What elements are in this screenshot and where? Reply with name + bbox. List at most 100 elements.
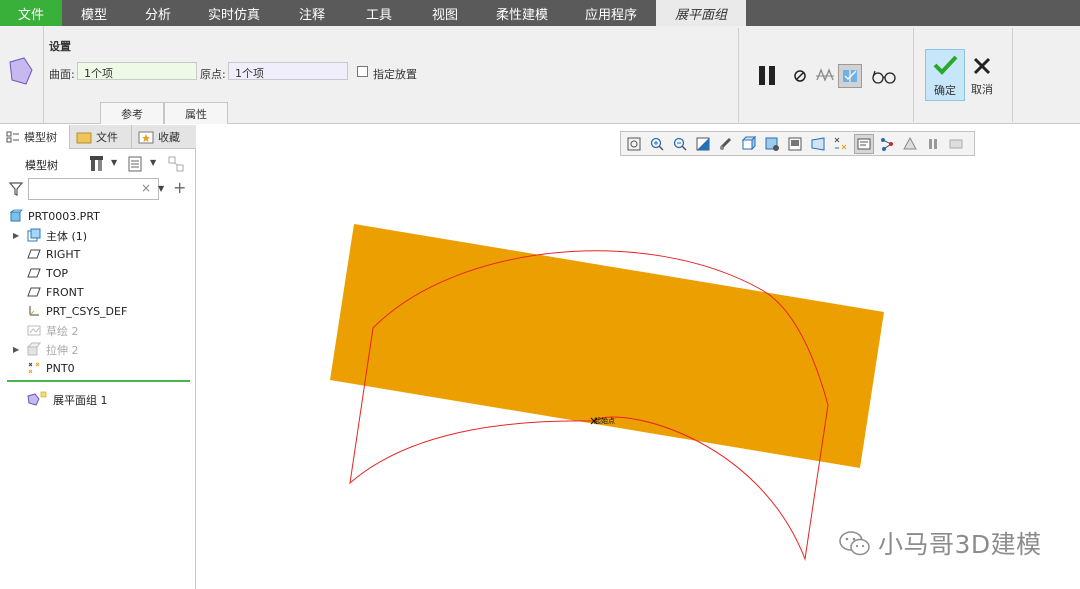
tab-files-label: 文件 bbox=[96, 131, 118, 144]
tools-dropdown-icon[interactable]: ▼ bbox=[111, 158, 117, 167]
ribbon-subtabs: 参考 属性 bbox=[100, 102, 228, 124]
add-filter-icon[interactable]: + bbox=[173, 178, 186, 197]
spin-center-button[interactable] bbox=[716, 134, 736, 154]
feature-preview-button[interactable] bbox=[870, 64, 898, 88]
view-manager-button[interactable] bbox=[785, 134, 805, 154]
cancel-button[interactable]: 取消 bbox=[966, 49, 998, 101]
settings-dropdown-icon[interactable]: ▼ bbox=[150, 158, 156, 167]
tree-item[interactable]: ▶ 拉伸 2 bbox=[0, 340, 196, 359]
tree-item[interactable]: PNT0 bbox=[0, 359, 196, 378]
flatten-quilt-icon bbox=[9, 57, 33, 85]
separate-preview-icon bbox=[816, 68, 834, 82]
tree-item[interactable]: FRONT bbox=[0, 283, 196, 302]
menu-model[interactable]: 模型 bbox=[62, 0, 126, 26]
filter-row: × ▼ + bbox=[6, 178, 192, 200]
tree-item-label: 主体 (1) bbox=[46, 229, 88, 243]
appearance-button[interactable] bbox=[900, 134, 920, 154]
settings-list-icon[interactable] bbox=[126, 155, 146, 173]
pause-icon bbox=[759, 66, 775, 85]
insert-indicator[interactable] bbox=[7, 380, 190, 382]
no-preview-button[interactable] bbox=[788, 64, 812, 88]
tree-item-label: PNT0 bbox=[46, 362, 75, 375]
verify-preview-icon bbox=[843, 70, 857, 82]
datum-plane-icon bbox=[27, 268, 41, 278]
ok-button[interactable]: 确定 bbox=[925, 49, 965, 101]
left-panel: 模型树 文件 收藏 模型树 ▼ ▼ × ▼ + PRT0003.PRT ▶ 主体… bbox=[0, 125, 196, 589]
expand-icon[interactable]: ▶ bbox=[13, 231, 19, 240]
datum-plane-icon bbox=[27, 287, 41, 297]
placement-checkbox-label: 指定放置 bbox=[373, 68, 417, 81]
surface-label: 曲面: bbox=[49, 68, 75, 81]
surface-collector[interactable]: 1个项 bbox=[77, 62, 197, 80]
tree-item[interactable]: RIGHT bbox=[0, 245, 196, 264]
placement-checkbox[interactable] bbox=[357, 66, 368, 77]
zoom-out-button[interactable] bbox=[670, 134, 690, 154]
tree-item[interactable]: 草绘 2 bbox=[0, 321, 196, 340]
origin-collector[interactable]: 1个项 bbox=[228, 62, 348, 80]
tree-root[interactable]: PRT0003.PRT bbox=[0, 207, 196, 226]
flattened-surface[interactable] bbox=[330, 224, 884, 468]
perspective-icon bbox=[811, 136, 825, 151]
repaint-button[interactable] bbox=[693, 134, 713, 154]
tree-search-input[interactable] bbox=[28, 178, 159, 200]
menu-annotate[interactable]: 注释 bbox=[278, 0, 346, 26]
origin-label: 原点: bbox=[200, 68, 226, 81]
menu-view[interactable]: 视图 bbox=[412, 0, 478, 26]
expand-icon[interactable]: ▶ bbox=[13, 345, 19, 354]
view-manager-icon bbox=[788, 137, 802, 150]
model-viewport[interactable]: 起始点 bbox=[197, 125, 1080, 589]
perspective-button[interactable] bbox=[808, 134, 828, 154]
cube-view-icon bbox=[741, 135, 757, 150]
tree-item[interactable]: PRT_CSYS_DEF bbox=[0, 302, 196, 321]
zoom-in-icon bbox=[650, 137, 664, 151]
pause-button[interactable] bbox=[756, 64, 780, 88]
tree-item-label: 草绘 2 bbox=[46, 324, 79, 338]
tree-item[interactable]: ▶ 主体 (1) bbox=[0, 226, 196, 245]
tree-item-label: TOP bbox=[46, 267, 69, 280]
tab-properties[interactable]: 属性 bbox=[164, 102, 228, 124]
menu-file[interactable]: 文件 bbox=[0, 0, 62, 26]
tab-files[interactable]: 文件 bbox=[70, 125, 132, 149]
play-button[interactable] bbox=[946, 134, 966, 154]
flatten-quilt-icon bbox=[27, 391, 47, 406]
filter-icon[interactable] bbox=[8, 181, 24, 197]
tab-model-tree[interactable]: 模型树 bbox=[0, 125, 70, 149]
origin-point-label: 起始点 bbox=[594, 416, 615, 425]
tree-item-label: 展平面组 1 bbox=[53, 394, 108, 407]
saved-orientations-button[interactable] bbox=[739, 134, 759, 154]
refit-button[interactable] bbox=[624, 134, 644, 154]
datum-display-button[interactable] bbox=[831, 134, 851, 154]
spin-icon bbox=[881, 137, 893, 151]
menu-flatten-quilt[interactable]: 展平面组 bbox=[656, 0, 746, 26]
display-style-button[interactable] bbox=[762, 134, 782, 154]
menu-analysis[interactable]: 分析 bbox=[126, 0, 190, 26]
tree-item[interactable]: TOP bbox=[0, 264, 196, 283]
search-dropdown-icon[interactable]: ▼ bbox=[158, 184, 164, 193]
zoom-in-button[interactable] bbox=[647, 134, 667, 154]
spin-button[interactable] bbox=[877, 134, 897, 154]
tab-references[interactable]: 参考 bbox=[100, 102, 164, 124]
menu-tools[interactable]: 工具 bbox=[346, 0, 412, 26]
tools-icon[interactable] bbox=[88, 155, 108, 173]
pause-regen-button[interactable] bbox=[923, 134, 943, 154]
tab-favorites-label: 收藏 bbox=[158, 131, 180, 144]
menu-realtime-sim[interactable]: 实时仿真 bbox=[190, 0, 278, 26]
menu-flexible-modeling[interactable]: 柔性建模 bbox=[478, 0, 566, 26]
wechat-logo-icon bbox=[839, 531, 870, 556]
zoom-out-icon bbox=[673, 137, 687, 151]
separate-preview-button[interactable] bbox=[813, 64, 837, 88]
tree-item-flatten-quilt[interactable]: 展平面组 1 bbox=[0, 389, 196, 408]
clear-search-icon[interactable]: × bbox=[141, 181, 151, 195]
menu-applications[interactable]: 应用程序 bbox=[566, 0, 656, 26]
refit-icon bbox=[627, 137, 641, 150]
annotation-display-button[interactable] bbox=[854, 133, 874, 154]
panel-tabs: 模型树 文件 收藏 bbox=[0, 125, 196, 149]
verify-preview-button[interactable] bbox=[838, 64, 862, 88]
checkmark-icon bbox=[933, 55, 958, 75]
annotation-display-icon bbox=[857, 138, 871, 149]
graphics-window[interactable]: 起始点 bbox=[197, 125, 1080, 589]
display-icon[interactable] bbox=[167, 155, 187, 173]
tab-favorites[interactable]: 收藏 bbox=[132, 125, 196, 149]
no-preview-icon bbox=[794, 70, 806, 82]
tree-toolbar: 模型树 ▼ ▼ bbox=[0, 153, 196, 175]
